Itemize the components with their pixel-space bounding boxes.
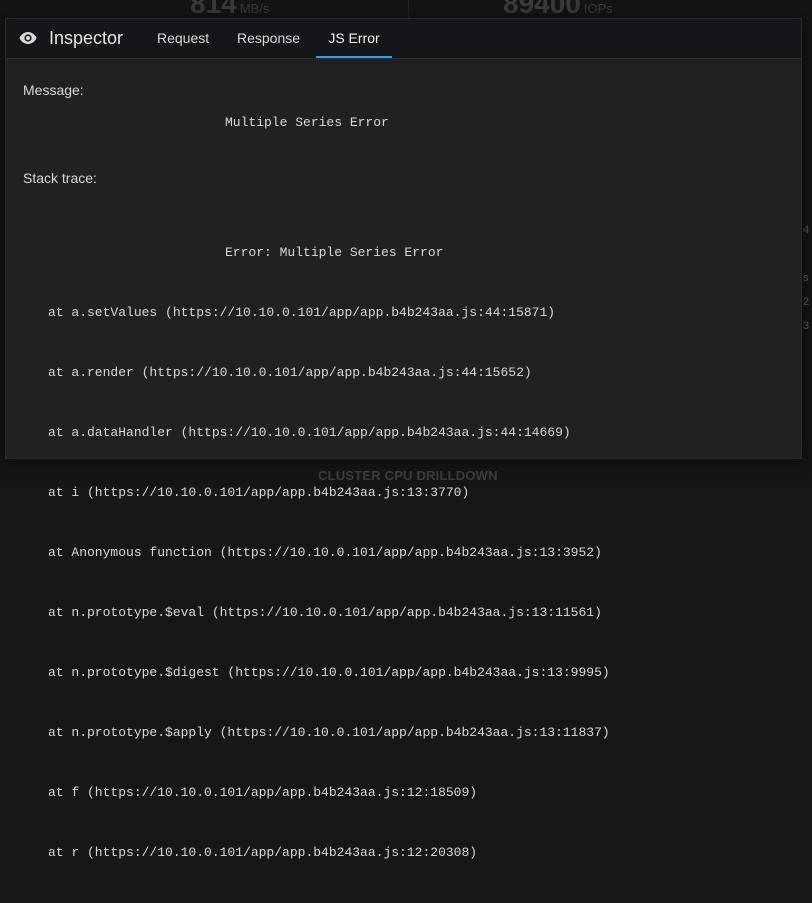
error-message: Multiple Series Error	[225, 115, 389, 130]
stack-frame: at i (https://10.10.0.101/app/app.b4b243…	[48, 485, 470, 500]
tab-js-error[interactable]: JS Error	[316, 19, 392, 58]
throughput-stat: 814 MB/s	[190, 0, 269, 20]
stack-trace: Error: Multiple Series Error at a.setVal…	[48, 203, 610, 903]
stack-frame: at a.dataHandler (https://10.10.0.101/ap…	[48, 425, 571, 440]
stack-frame: at Anonymous function (https://10.10.0.1…	[48, 545, 602, 560]
message-label: Message:	[23, 82, 84, 98]
stack-frame: at a.setValues (https://10.10.0.101/app/…	[48, 305, 556, 320]
stack-frame: at n.prototype.$apply (https://10.10.0.1…	[48, 725, 610, 740]
side-char: 4	[803, 224, 810, 236]
iops-value: 89400	[503, 0, 581, 19]
stack-trace-label: Stack trace:	[23, 170, 97, 186]
iops-unit: IOPs	[583, 1, 613, 16]
inspector-header: Inspector Request Response JS Error	[6, 19, 801, 59]
panel-divider	[408, 0, 409, 18]
stack-frame: at n.prototype.$digest (https://10.10.0.…	[48, 665, 610, 680]
side-char: 2	[803, 296, 810, 308]
throughput-unit: MB/s	[239, 1, 270, 16]
tab-response[interactable]: Response	[237, 19, 300, 58]
inspector-title: Inspector	[49, 28, 124, 48]
throughput-value: 814	[190, 0, 237, 19]
eye-icon	[19, 32, 37, 44]
inspector-modal: Inspector Request Response JS Error Mess…	[5, 18, 802, 860]
stack-frame: at n.prototype.$eval (https://10.10.0.10…	[48, 605, 602, 620]
tab-request[interactable]: Request	[157, 19, 209, 58]
stack-frame: at f (https://10.10.0.101/app/app.b4b243…	[48, 785, 478, 800]
stack-frame: at r (https://10.10.0.101/app/app.b4b243…	[48, 845, 478, 860]
side-char: 3	[803, 320, 810, 332]
side-char: s	[803, 272, 809, 284]
iops-stat: 89400 IOPs	[503, 0, 613, 20]
stack-frame: at a.render (https://10.10.0.101/app/app…	[48, 365, 532, 380]
stack-trace-header: Error: Multiple Series Error	[225, 245, 444, 260]
